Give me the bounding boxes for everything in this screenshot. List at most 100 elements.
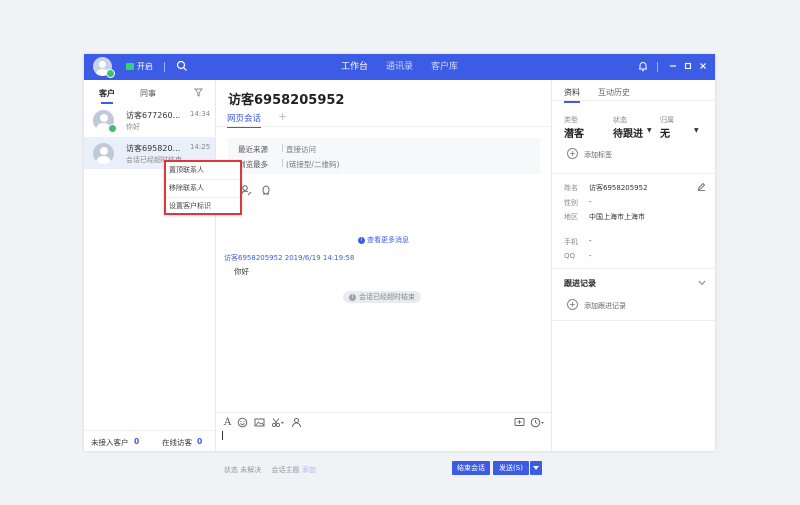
field-gender-value: - [589,198,592,206]
chevron-down-icon[interactable]: ▼ [647,127,652,134]
status-toggle[interactable]: 开启 [126,61,153,72]
message-input[interactable] [222,431,223,440]
visitor-source-info: 最近来源 直接访问 浏览最多 (链接型/二维码) [228,138,540,174]
online-status-icon [108,124,117,133]
tab-colleagues[interactable]: 同事 [140,88,156,99]
add-tag-label[interactable]: 添加标签 [584,150,612,160]
divider [657,62,658,72]
tab-web-session[interactable]: 网页会话 [227,112,262,128]
add-follow-up-icon[interactable]: + [567,299,578,310]
online-visitors-count[interactable]: 0 [197,437,202,446]
notice-text: 会话已经超时结束 [359,293,415,301]
image-icon[interactable] [254,417,265,428]
divider [552,268,716,269]
top-bar: 开启 工作台 通讯录 客户库 [84,54,715,80]
menu-item-pin-contact[interactable]: 置顶联系人 [166,162,240,180]
customer-info-panel: 资料 互动历史 类型 潜客 状态 待跟进 ▼ 归属 无 ▼ + 添加标签 姓名 … [551,80,716,451]
divider [552,173,716,174]
nav-contacts[interactable]: 通讯录 [386,54,413,80]
editor-toolbar-right [514,417,545,428]
conversation-time: 14:34 [190,110,211,118]
screenshot-icon[interactable] [271,417,285,428]
view-more-text: 查看更多消息 [367,236,409,244]
tab-interaction-history[interactable]: 互动历史 [598,87,630,98]
tab-profile[interactable]: 资料 [564,87,580,103]
field-label: QQ [564,252,576,260]
message-header: 访客6958205952 2019/6/19 14:19:58 [224,254,355,262]
type-value[interactable]: 潜客 [564,125,584,140]
status-label: 开启 [137,62,153,71]
conversation-panel: 客户 同事 访客677260... 14:34 你好 访客695820... 1… [84,80,216,451]
divider [282,144,283,152]
send-options-button[interactable] [530,461,542,475]
owner-select[interactable]: 无 [660,125,670,140]
online-visitors-label: 在线访客 [162,438,192,447]
add-tag-icon[interactable]: + [567,148,578,159]
transfer-user-icon[interactable] [291,417,302,428]
status-label: 状态 [613,116,627,124]
most-visited-value: (链接型/二维码) [286,160,340,169]
tab-customers[interactable]: 客户 [99,88,115,104]
owner-label: 归属 [660,116,674,124]
conversation-footer: 未接入客户 0 在线访客 0 [84,430,215,451]
font-icon[interactable]: A [224,417,231,428]
field-qq-value: - [589,252,592,260]
session-timeout-notice: i 会话已经超时结束 [343,291,421,303]
info-icon: i [349,293,356,301]
message-body: 你好 [234,267,249,276]
conversation-tabs: 客户 同事 [84,80,215,104]
divider [164,62,165,72]
chat-title: 访客6958205952 [228,93,345,108]
conversation-name: 访客695820... [126,144,181,153]
add-tab-icon[interactable]: + [278,110,287,123]
send-button[interactable]: 发送(S) [493,461,529,475]
filter-icon[interactable] [194,88,203,97]
history-clock-icon[interactable] [530,417,545,428]
nav-customer-library[interactable]: 客户库 [431,54,458,80]
conversation-message: 你好 [126,123,140,131]
quick-reply-icon[interactable] [514,417,525,428]
unanswered-label: 未接入客户 [91,438,129,447]
chevron-down-icon[interactable] [698,280,706,286]
field-label: 手机 [564,238,578,246]
info-icon: i [358,236,365,244]
chat-panel: 访客6958205952 网页会话 + 最近来源 直接访问 浏览最多 (链接型/… [216,80,551,475]
conversation-item[interactable]: 访客677260... 14:34 你好 [84,104,215,136]
view-more-messages-link[interactable]: i 查看更多消息 [216,235,551,245]
emoji-icon[interactable] [237,417,248,428]
topic-label: 会话主题 [271,466,300,474]
editor-toolbar: A [224,417,302,428]
divider [216,412,551,413]
source-label: 最近来源 [238,145,268,154]
chevron-down-icon[interactable]: ▼ [694,127,699,134]
field-label: 姓名 [564,184,578,192]
menu-item-set-customer-tag[interactable]: 设置客户标识 [166,198,240,215]
divider [552,100,716,101]
chevron-down-icon [533,466,539,470]
unanswered-count[interactable]: 0 [134,437,139,446]
divider [552,320,716,321]
nav-workbench[interactable]: 工作台 [341,54,368,80]
divider [282,159,283,167]
follow-up-title: 跟进记录 [564,279,596,288]
bell-icon[interactable] [637,60,649,72]
editor-footer: 状态 未解决 会话主题 添加 [224,465,316,475]
close-icon[interactable] [697,60,709,72]
qq-icon[interactable] [260,184,272,196]
add-follow-up-label[interactable]: 添加跟进记录 [584,301,626,311]
field-name-value: 访客6958205952 [589,184,648,192]
minimize-icon[interactable] [667,60,679,72]
conversation-time: 14:25 [190,143,211,151]
maximize-icon[interactable] [682,60,694,72]
edit-icon[interactable] [697,182,706,191]
context-menu: 置顶联系人 移除联系人 设置客户标识 [164,160,242,215]
most-visited-label: 浏览最多 [238,160,268,169]
end-session-button[interactable]: 结束会话 [452,461,490,475]
status-value[interactable]: 未解决 [240,466,261,474]
search-icon[interactable] [176,60,188,72]
add-topic-link[interactable]: 添加 [302,466,316,474]
status-select[interactable]: 待跟进 [613,125,643,140]
menu-item-remove-contact[interactable]: 移除联系人 [166,180,240,198]
field-label: 性别 [564,199,578,207]
app-window: 开启 工作台 通讯录 客户库 客户 同事 访客677260... 14:34 你… [84,54,716,475]
